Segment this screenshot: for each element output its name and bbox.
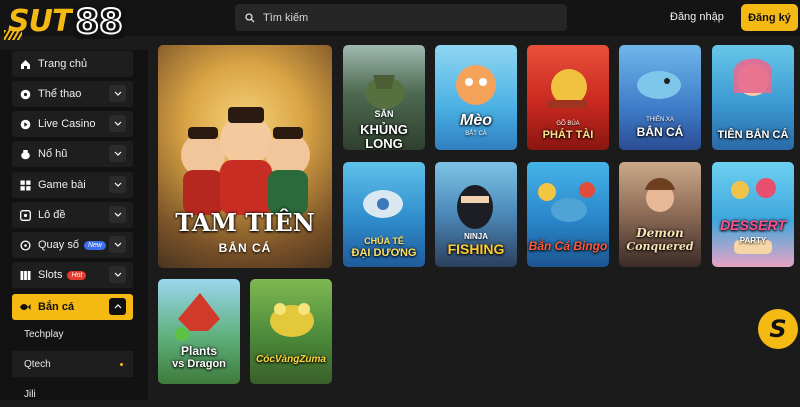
cards-icon [19,179,31,191]
chevron-down-icon[interactable] [109,115,126,132]
game-subtitle: BẮN CÁ [636,125,684,139]
fish-icon [19,301,31,313]
game-title: Bắn Cá Bingo [528,239,608,253]
brand-logo[interactable]: SUT 88 [4,2,125,42]
sidebar-item-label: Quay số [38,239,79,251]
active-dot [120,363,123,366]
game-subtitle: ĐẠI DƯƠNG [351,247,417,259]
game-tile[interactable]: SĂN KHỦNG LONG [343,45,425,150]
game-title: CHÚA TỂ [364,236,404,246]
dessert-illustration [731,178,776,254]
sidebar-item-ban-ca[interactable]: Bắn cá [12,294,133,320]
game-title: TIÊN BẮN CÁ [717,129,789,141]
search-icon [245,12,255,22]
game-title: CócVàngZuma [255,354,326,365]
sidebar-item-label: Trang chủ [38,58,88,70]
game-title: Demon [636,226,684,240]
sidebar-subitem-techplay[interactable]: Techplay [12,321,133,347]
sidebar-item-label: Slots [38,269,63,281]
game-subtitle: KHỦNG LONG [360,122,408,150]
game-subtitle: vs Dragon [172,358,226,370]
logo-number: 88 [73,2,125,42]
game-tile[interactable]: Mèo BẮT CÁ [435,45,517,150]
sidebar-item-label: Bắn cá [38,301,75,313]
sidebar-item-label: Nổ hũ [38,148,68,160]
sidebar-item-label: Live Casino [38,118,96,130]
game-title: Mèo [460,112,492,129]
sidebar-item-home[interactable]: Trang chủ [12,51,133,77]
sidebar-item-slots[interactable]: Slots Hot [12,262,133,288]
sidebar-item-live-casino[interactable]: Live Casino [12,111,133,137]
chevron-down-icon[interactable] [109,206,126,223]
chevron-up-icon[interactable] [109,298,126,315]
search-placeholder: Tìm kiếm [263,11,309,24]
chevron-down-icon[interactable] [109,176,126,193]
game-subtitle: FISHING [447,241,505,257]
game-subtitle: BẮN CÁ [218,241,272,255]
sidebar-item-label: Thể thao [38,88,82,100]
chevron-down-icon[interactable] [109,266,126,283]
game-title: Plants [180,344,217,358]
sidebar-subitem-label: Jili [24,388,36,400]
search-input[interactable]: Tìm kiếm [235,4,567,31]
pot-icon [19,148,31,160]
support-fab-button[interactable]: S [758,309,798,349]
game-subtitle: BẮT CÁ [465,131,487,137]
login-button[interactable]: Đăng nhập [670,11,724,23]
game-subtitle: PHÁT TÀI [542,129,594,141]
ball-icon [19,88,31,100]
game-title: THIÊN XA [646,117,674,123]
game-subtitle: Conquered [626,240,694,253]
hot-badge: Hot [67,270,87,280]
game-tile[interactable]: DESSERT PARTY [712,162,794,267]
top-header: SUT 88 Tìm kiếm Đăng nhập Đăng ký [0,0,800,40]
chevron-down-icon[interactable] [109,236,126,253]
slots-icon [19,269,31,281]
sidebar-item-lo-de[interactable]: Lô đề [12,202,133,228]
game-title: DESSERT [720,217,786,233]
game-title: SĂN [374,109,394,119]
game-title: GÕ BÚA [556,121,580,127]
sidebar-subitem-jili[interactable]: Jili [12,381,133,407]
game-tile[interactable]: Demon Conquered [619,162,701,267]
sidebar-item-label: Lô đề [38,209,66,221]
game-subtitle: PARTY [739,236,767,245]
sidebar-item-game-bai[interactable]: Game bài [12,172,133,198]
game-title: NINJA [463,232,488,241]
lottery-icon [19,209,31,221]
game-tile[interactable]: TIÊN BẮN CÁ [712,45,794,150]
sidebar-item-label: Game bài [38,179,86,191]
game-tile[interactable]: TAM TIÊN BẮN CÁ [158,45,332,268]
sidebar-item-sports[interactable]: Thể thao [12,81,133,107]
register-button[interactable]: Đăng ký [741,4,798,31]
game-tile[interactable]: CHÚA TỂ ĐẠI DƯƠNG [343,162,425,267]
sidebar-subitem-label: Techplay [24,328,64,340]
game-tile[interactable]: CócVàngZuma [250,279,332,384]
new-badge: New [83,240,106,250]
sidebar-subitem-label: Qtech [24,358,51,370]
sidebar-item-no-hu[interactable]: Nổ hũ [12,141,133,167]
spin-icon [19,239,31,251]
chevron-down-icon[interactable] [109,85,126,102]
game-tile[interactable]: Plants vs Dragon [158,279,240,384]
game-tile[interactable]: Bắn Cá Bingo [527,162,609,267]
sidebar-item-quay-so[interactable]: Quay số New [12,232,133,258]
game-tile[interactable]: GÕ BÚA PHÁT TÀI [527,45,609,150]
play-icon [19,118,31,130]
sidebar-subitem-qtech[interactable]: Qtech [12,351,133,377]
game-tile[interactable]: NINJA FISHING [435,162,517,267]
game-tile[interactable]: THIÊN XA BẮN CÁ [619,45,701,150]
chevron-down-icon[interactable] [109,145,126,162]
home-icon [19,58,31,70]
game-title: TAM TIÊN [175,208,315,237]
frog-illustration [270,303,314,337]
logo-stripes [4,30,22,40]
